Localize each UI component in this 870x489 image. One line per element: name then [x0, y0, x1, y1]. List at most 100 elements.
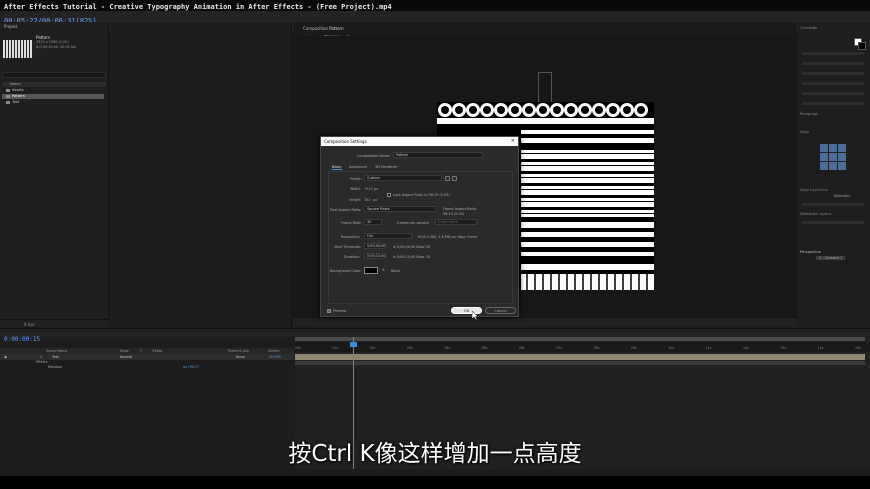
- frame-aspect-label: Frame Aspect Ratio:: [443, 207, 478, 211]
- col-stretch[interactable]: Stretch: [268, 349, 280, 353]
- project-name-column[interactable]: Name: [2, 82, 106, 87]
- ruler-tick-label: 04s: [444, 346, 451, 350]
- camera-dropdown[interactable]: 1 - Camera 1: [816, 256, 846, 260]
- viewer-tabs: Composition Pattern Assets Pattern Text: [293, 22, 797, 40]
- ruler-tick-label: 03s: [407, 346, 413, 350]
- project-footer: 8 bpc: [0, 319, 109, 327]
- cancel-button[interactable]: Cancel: [485, 307, 516, 314]
- col-mode[interactable]: Mode: [120, 349, 129, 353]
- composition-tab[interactable]: Composition Pattern: [303, 26, 344, 31]
- text-style-row[interactable]: [802, 102, 864, 105]
- scale-row[interactable]: [802, 82, 864, 85]
- ruler-tick-label: 08s: [593, 346, 600, 350]
- tracking-row[interactable]: [802, 72, 864, 75]
- pixel-aspect-label: Pixel Aspect Ratio:: [330, 208, 362, 212]
- project-search-input[interactable]: [2, 72, 106, 78]
- delete-preset-icon[interactable]: [452, 176, 457, 181]
- lock-aspect-checkbox[interactable]: [387, 193, 391, 197]
- timeline-tabs: [0, 329, 870, 337]
- stroke-color-chip[interactable]: [858, 42, 866, 50]
- bpc-label[interactable]: 8 bpc: [24, 322, 35, 327]
- col-source-name[interactable]: Source Name: [46, 349, 67, 353]
- start-timecode-label: Start Timecode:: [334, 245, 361, 249]
- work-area-bar[interactable]: [295, 337, 865, 341]
- ruler-tick-label: 05s: [481, 346, 488, 350]
- resolution-dropdown[interactable]: Full: [364, 233, 412, 239]
- mouse-cursor-icon: [472, 311, 478, 320]
- start-timecode-info: is 0;00;00;00 Base 30: [393, 245, 431, 249]
- rotation-label: Rotation: [48, 365, 63, 369]
- time-ruler[interactable]: 00s 01s 02s 03s 04s 05s 06s 07s 08s 09s 10s 11s 12s 1…: [295, 342, 870, 352]
- comp-name-label: Composition Name:: [357, 154, 391, 158]
- preset-label: Preset:: [350, 177, 362, 181]
- preset-dropdown[interactable]: Custom: [364, 175, 442, 181]
- rotation-value[interactable]: 0x+90.0°: [183, 365, 199, 370]
- start-timecode-input[interactable]: 0;00;00;00: [364, 243, 386, 249]
- fps-unit: frames per second: [397, 221, 429, 225]
- project-item-pattern[interactable]: Pattern: [2, 94, 104, 99]
- tab-basic[interactable]: Basic: [332, 165, 342, 170]
- eyedropper-icon[interactable]: ✎: [382, 268, 385, 272]
- comp-thumbnail: [3, 40, 33, 58]
- ruler-tick-label: 12s: [743, 346, 749, 350]
- layer-duration-bar[interactable]: [295, 354, 865, 360]
- pixel-aspect-dropdown[interactable]: Square Pixels: [364, 206, 436, 212]
- col-trkmat[interactable]: TrkMat: [152, 349, 163, 353]
- width-value[interactable]: 1920: [364, 187, 373, 191]
- ruler-tick-label: 11s: [705, 346, 712, 350]
- drop-frame-dropdown[interactable]: Drop Frame: [435, 219, 477, 225]
- comp-name-input[interactable]: Pattern: [393, 152, 483, 158]
- distribute-icons-row[interactable]: [802, 221, 864, 224]
- ruler-tick-label: 10s: [668, 346, 675, 350]
- align-to-dropdown[interactable]: Selection: [834, 194, 851, 198]
- project-item-text[interactable]: Text: [2, 100, 104, 105]
- duration-info: is 0;00;15;00 Base 30: [393, 255, 431, 259]
- project-tab[interactable]: Project: [4, 24, 18, 29]
- ruler-tick-label: 15s: [855, 346, 861, 350]
- align-buttons-grid[interactable]: [820, 144, 846, 170]
- distribute-label: Distribute Layers:: [800, 212, 832, 216]
- resolution-info: 1920 x 380, 2.8 MB per 8bpc frame: [417, 235, 478, 239]
- preview-label: Preview: [333, 309, 347, 313]
- height-unit: px: [373, 198, 378, 202]
- menu-bar: [0, 11, 870, 21]
- col-t[interactable]: T: [140, 349, 142, 353]
- background-color-label: Background Color:: [330, 269, 362, 273]
- video-title: After Effects Tutorial - Creative Typogr…: [4, 3, 392, 11]
- align-panel-title[interactable]: Align: [800, 130, 809, 134]
- save-preset-icon[interactable]: [445, 176, 450, 181]
- character-panel-title[interactable]: Character: [800, 26, 818, 30]
- perspective-label[interactable]: Perspective: [800, 250, 821, 254]
- height-value[interactable]: 380: [364, 198, 370, 202]
- col-parent[interactable]: Parent & Link: [228, 349, 249, 353]
- baseline-row[interactable]: [802, 92, 864, 95]
- frame-rate-dropdown[interactable]: 30: [364, 219, 382, 225]
- font-family-row[interactable]: [802, 52, 864, 55]
- comp-info: 1920 x 1080 (1.00) Δ 0;00;15;00, 30.00 f…: [36, 40, 76, 49]
- align-icons-row[interactable]: [802, 203, 864, 206]
- duration-input[interactable]: 0;00;15;00: [364, 253, 386, 259]
- tab-advanced[interactable]: Advanced: [349, 165, 367, 169]
- tab-3d-renderer[interactable]: 3D Renderer: [375, 165, 398, 169]
- lock-aspect-label: Lock Aspect Ratio to 96:19 (5.05): [393, 193, 450, 197]
- video-subtitle: 按Ctrl K像这样增加一点高度: [288, 441, 582, 467]
- current-time-display[interactable]: 0:00:00:15: [4, 336, 40, 343]
- preview-checkbox[interactable]: [327, 309, 331, 313]
- close-icon[interactable]: ×: [511, 138, 515, 145]
- ruler-tick-label: 07s: [556, 346, 563, 350]
- background-color-swatch[interactable]: [364, 267, 378, 274]
- rotation-property-row[interactable]: Rotation 0x+90.0°: [0, 365, 294, 370]
- project-item-assets[interactable]: Assets: [2, 88, 104, 93]
- font-size-row[interactable]: [802, 62, 864, 65]
- composition-icon: [6, 95, 10, 98]
- composition-settings-dialog: Composition Settings × Composition Name:…: [320, 136, 519, 317]
- dialog-title: Composition Settings: [324, 139, 367, 144]
- frame-rate-label: Frame Rate:: [341, 221, 362, 225]
- paragraph-panel-title[interactable]: Paragraph: [800, 112, 818, 116]
- width-label: Width:: [350, 187, 361, 191]
- ruler-tick-label: 01s: [332, 346, 339, 350]
- ruler-tick-label: 09s: [631, 346, 637, 350]
- ruler-tick-label: 14s: [817, 346, 824, 350]
- viewer-footer-controls: [293, 317, 797, 327]
- folder-icon: [6, 89, 10, 92]
